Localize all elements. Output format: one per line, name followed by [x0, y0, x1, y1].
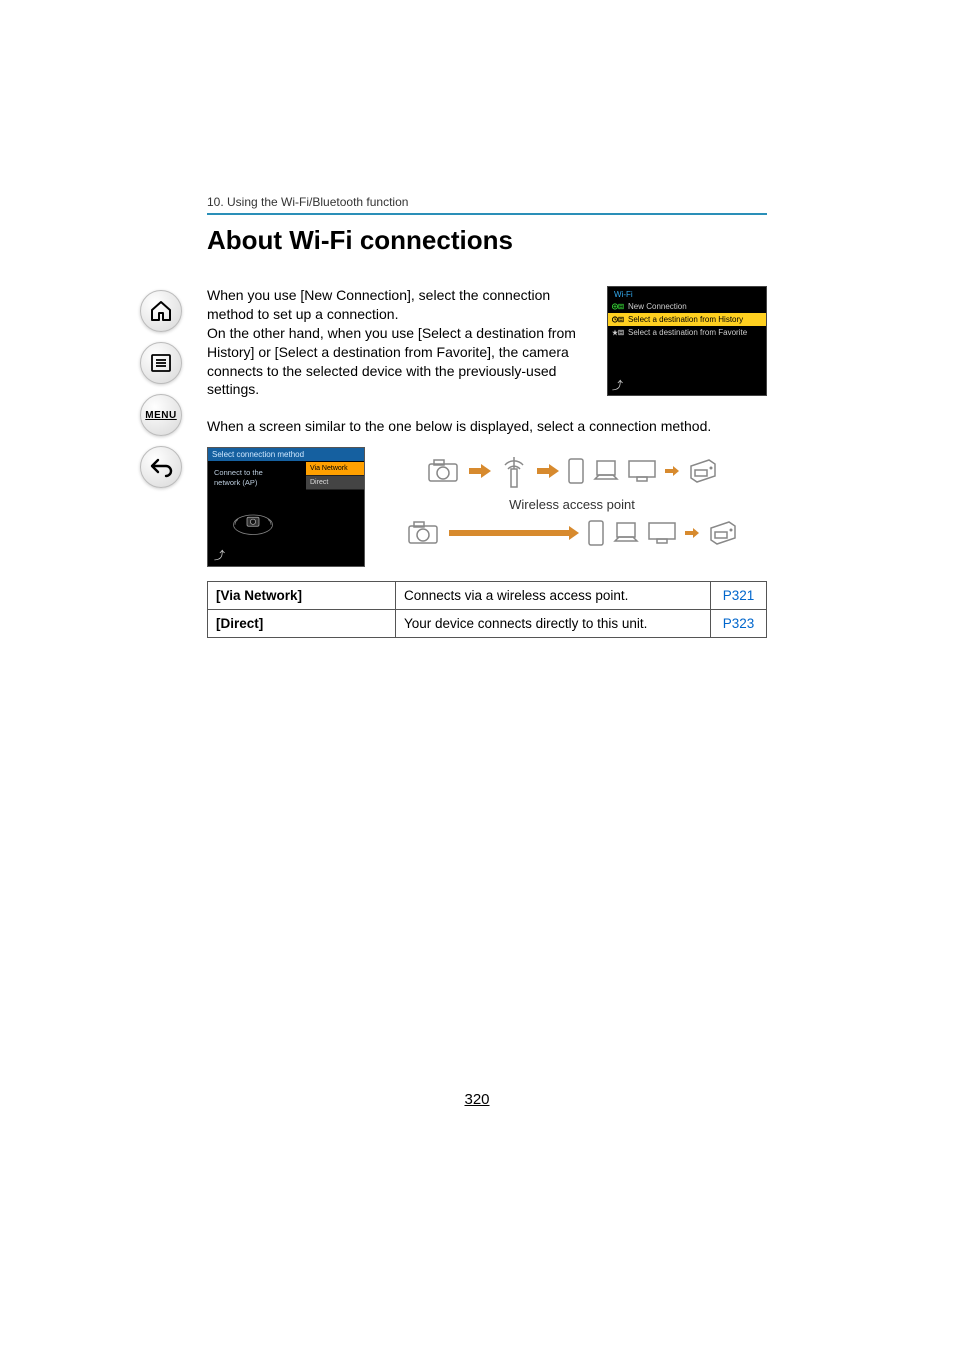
list-icon	[149, 351, 173, 375]
wifi-menu-title: Wi-Fi	[608, 287, 766, 300]
table-row: [Direct] Your device connects directly t…	[208, 609, 767, 637]
wifi-menu-item: Select a destination from Favorite	[608, 326, 766, 339]
return-icon: ⤴	[612, 377, 623, 393]
home-button[interactable]	[140, 290, 182, 332]
history-icon	[612, 315, 624, 324]
laptop-icon	[593, 457, 619, 485]
page-link[interactable]: P323	[723, 616, 755, 631]
tv-icon	[647, 521, 677, 545]
table-cell-page: P323	[711, 609, 767, 637]
table-cell-desc: Connects via a wireless access point.	[396, 581, 711, 609]
wifi-menu-item: New Connection	[608, 300, 766, 313]
long-arrow-icon	[449, 526, 579, 540]
wifi-menu-screenshot: Wi-Fi New Connection Select a destinatio…	[607, 286, 767, 396]
page-title: About Wi-Fi connections	[207, 225, 767, 256]
toc-button[interactable]	[140, 342, 182, 384]
favorite-icon	[612, 328, 624, 337]
camera-icon	[405, 518, 441, 548]
laptop-icon	[613, 519, 639, 547]
small-arrow-icon	[685, 528, 699, 538]
connection-diagram: Wireless access point	[377, 447, 767, 548]
menu-label: MENU	[145, 410, 176, 421]
access-point-icon	[499, 451, 529, 491]
followup-text: When a screen similar to the one below i…	[207, 417, 767, 437]
arrow-icon	[537, 464, 559, 478]
tv-icon	[627, 459, 657, 483]
small-arrow-icon	[665, 466, 679, 476]
divider	[207, 213, 767, 215]
phone-icon	[567, 457, 585, 485]
printer-icon	[687, 458, 719, 484]
camera-with-signal-icon	[228, 506, 278, 536]
intro-text: When you use [New Connection], select th…	[207, 286, 589, 399]
printer-icon	[707, 520, 739, 546]
phone-icon	[587, 519, 605, 547]
breadcrumb: 10. Using the Wi-Fi/Bluetooth function	[207, 195, 767, 209]
table-row: [Via Network] Connects via a wireless ac…	[208, 581, 767, 609]
table-cell-label: [Direct]	[208, 609, 396, 637]
camera-icon	[425, 456, 461, 486]
wifi-menu-item-selected: Select a destination from History	[608, 313, 766, 326]
table-cell-desc: Your device connects directly to this un…	[396, 609, 711, 637]
back-button[interactable]	[140, 446, 182, 488]
page-link[interactable]: P321	[723, 588, 755, 603]
table-cell-label: [Via Network]	[208, 581, 396, 609]
plus-list-icon	[612, 302, 624, 311]
back-arrow-icon	[149, 455, 173, 479]
home-icon	[149, 299, 173, 323]
connection-table: [Via Network] Connects via a wireless ac…	[207, 581, 767, 638]
arrow-icon	[469, 464, 491, 478]
diagram-label: Wireless access point	[509, 497, 635, 512]
page-number: 320	[0, 1091, 954, 1108]
return-icon: ⤴	[214, 547, 225, 563]
menu-button[interactable]: MENU	[140, 394, 182, 436]
table-cell-page: P321	[711, 581, 767, 609]
connection-method-screenshot: Select connection method Connect to the …	[207, 447, 365, 567]
